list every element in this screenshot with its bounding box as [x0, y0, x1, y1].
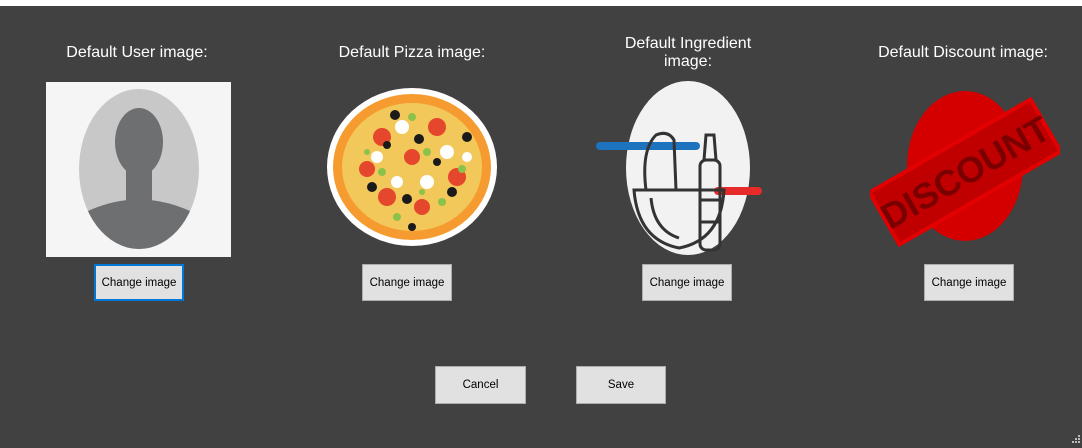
- user-image-label: Default User image:: [66, 44, 208, 61]
- resize-grip-icon[interactable]: [1072, 430, 1080, 443]
- cancel-button[interactable]: Cancel: [435, 366, 526, 404]
- ingredient-image-label: Default Ingredient image:: [624, 35, 752, 70]
- user-avatar-icon: [79, 89, 199, 249]
- change-user-image-button[interactable]: Change image: [94, 264, 184, 301]
- pizza-icon: [327, 88, 497, 246]
- save-button[interactable]: Save: [576, 366, 666, 404]
- window-top-edge: [0, 0, 1082, 6]
- ingredients-icon: [596, 81, 762, 255]
- pizza-image: [327, 87, 497, 247]
- discount-image: DISCOUNT: [866, 82, 1064, 252]
- pizza-image-label: Default Pizza image:: [338, 44, 486, 61]
- user-image: [46, 82, 231, 257]
- ingredient-image: [596, 80, 766, 260]
- change-pizza-image-button[interactable]: Change image: [362, 264, 452, 301]
- discount-image-label: Default Discount image:: [878, 44, 1048, 61]
- change-ingredient-image-button[interactable]: Change image: [642, 264, 732, 301]
- change-discount-image-button[interactable]: Change image: [924, 264, 1014, 301]
- discount-stamp-icon: DISCOUNT: [866, 91, 1064, 248]
